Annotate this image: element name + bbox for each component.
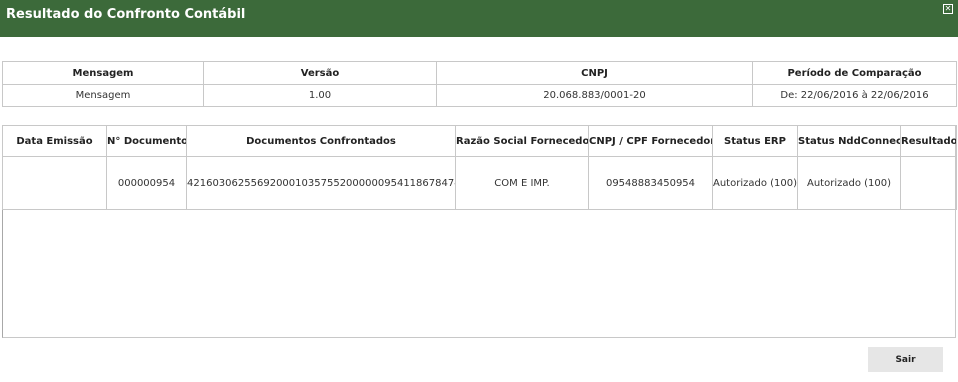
summary-header-row: Mensagem Versão CNPJ Período de Comparaç… <box>2 61 957 85</box>
summary-row: Mensagem 1.00 20.068.883/0001-20 De: 22/… <box>2 84 957 107</box>
column-header-razao-social: Razão Social Fornecedor <box>455 125 589 157</box>
cell-cnpj-cpf: 09548883450954 <box>588 156 713 210</box>
cell-documento: 000000954 <box>106 156 187 210</box>
results-panel[interactable]: Data Emissão N° Documento Documentos Con… <box>2 125 957 338</box>
summary-cell-versao: 1.00 <box>203 84 437 107</box>
summary-header-mensagem: Mensagem <box>2 61 204 85</box>
summary-header-periodo: Período de Comparação <box>752 61 957 85</box>
title-bar: Resultado do Confronto Contábil ✕ <box>0 0 958 37</box>
column-header-status-nddconnect: Status NddConnect <box>797 125 901 157</box>
table-row[interactable]: 000000954 421603062556920001035755200000… <box>2 156 957 210</box>
cell-status-nddconnect: Autorizado (100) <box>797 156 901 210</box>
cell-data-emissao <box>2 156 107 210</box>
column-header-documentos-confrontados: Documentos Confrontados <box>186 125 456 157</box>
summary-header-versao: Versão <box>203 61 437 85</box>
window-title: Resultado do Confronto Contábil <box>6 7 246 22</box>
sair-button[interactable]: Sair <box>868 347 943 372</box>
summary-cell-periodo: De: 22/06/2016 à 22/06/2016 <box>752 84 957 107</box>
summary-cell-mensagem: Mensagem <box>2 84 204 107</box>
summary-cell-cnpj: 20.068.883/0001-20 <box>436 84 753 107</box>
column-header-cnpj-cpf: CNPJ / CPF Fornecedor <box>588 125 713 157</box>
cell-status-erp: Autorizado (100) <box>712 156 798 210</box>
column-header-resultado: Resultado <box>900 125 957 157</box>
summary-table: Mensagem Versão CNPJ Período de Comparaç… <box>2 61 957 107</box>
cell-documentos-confrontados: 4216030625569200010357552000000954118678… <box>186 156 456 210</box>
results-table: Data Emissão N° Documento Documentos Con… <box>2 125 957 210</box>
cell-resultado <box>900 156 957 210</box>
close-icon[interactable]: ✕ <box>943 4 953 14</box>
column-header-data-emissao: Data Emissão <box>2 125 107 157</box>
column-header-status-erp: Status ERP <box>712 125 798 157</box>
cell-razao-social: COM E IMP. <box>455 156 589 210</box>
summary-header-cnpj: CNPJ <box>436 61 753 85</box>
column-header-documento: N° Documento <box>106 125 187 157</box>
results-header-row: Data Emissão N° Documento Documentos Con… <box>2 125 957 157</box>
